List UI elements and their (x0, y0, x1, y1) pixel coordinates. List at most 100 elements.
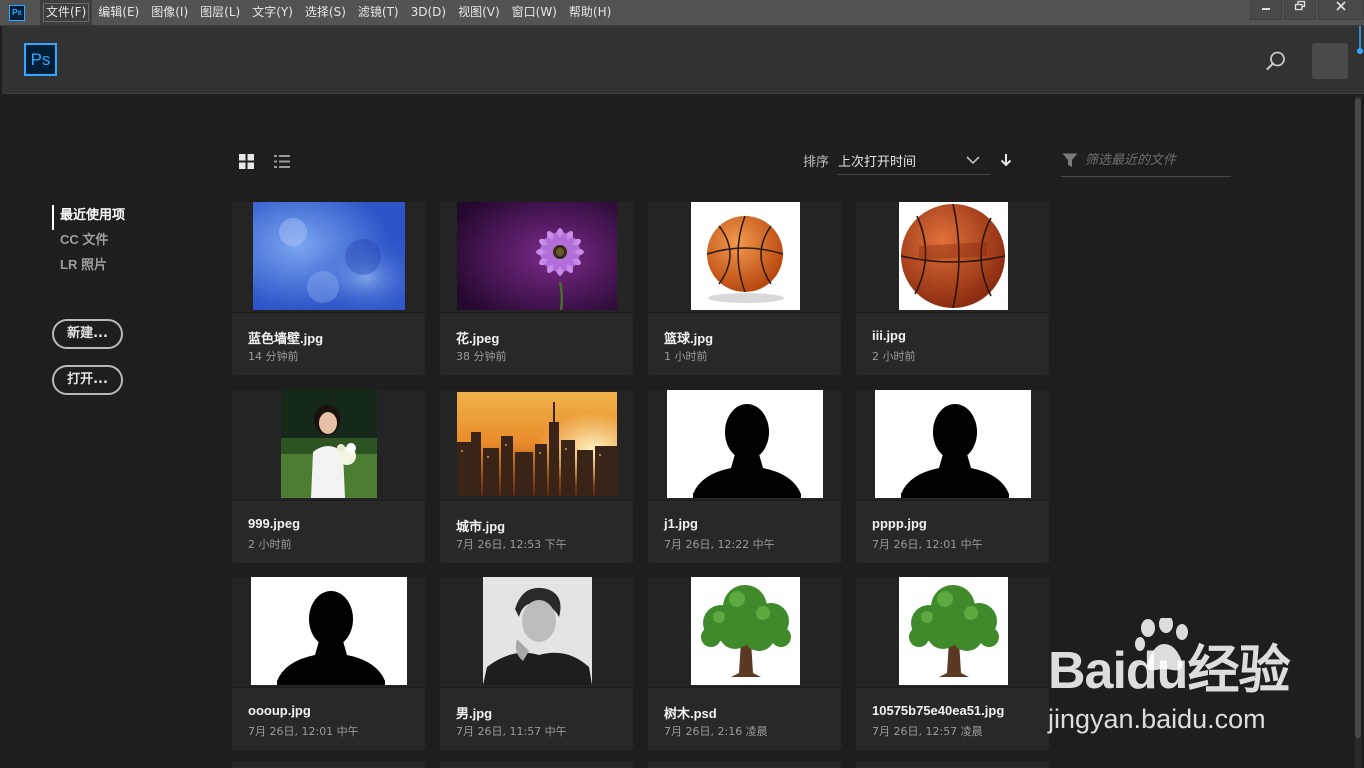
menu-bar: Ps 文件(F) 编辑(E) 图像(I) 图层(L) 文字(Y) 选择(S) 滤… (0, 0, 1364, 26)
list-view-icon[interactable] (274, 154, 290, 169)
file-card[interactable]: 树木.psd 7月 26日, 2:16 凌晨 (648, 577, 841, 750)
open-button[interactable]: 打开... (52, 365, 123, 395)
purple-flower-image (457, 202, 617, 310)
silhouette-image (875, 390, 1031, 498)
woman-in-field-image (281, 390, 377, 498)
file-name: 男.jpg (456, 706, 493, 721)
baidu-watermark: Baidu经验 jingyan.baidu.com (1046, 618, 1346, 748)
file-card[interactable]: pppp.jpg 7月 26日, 12:01 中午 (856, 390, 1049, 563)
photoshop-logo[interactable]: Ps (24, 43, 57, 76)
file-card[interactable]: 花.jpeg 38 分钟前 (440, 202, 633, 375)
file-name: 蓝色墙壁.jpg (248, 331, 324, 346)
menu-list: 文件(F) 编辑(E) 图像(I) 图层(L) 文字(Y) 选择(S) 滤镜(T… (40, 0, 617, 25)
file-card[interactable]: j1.jpg 7月 26日, 12:22 中午 (648, 390, 841, 563)
home-header: Ps (2, 26, 1364, 94)
file-time: 7月 26日, 11:57 中午 (456, 725, 567, 738)
file-card[interactable]: 篮球.jpg 1 小时前 (648, 202, 841, 375)
menu-image[interactable]: 图像(I) (145, 0, 194, 25)
grid-view-icon[interactable] (239, 154, 254, 169)
menu-window[interactable]: 窗口(W) (506, 0, 563, 25)
file-card-partial[interactable] (856, 762, 1049, 768)
tree-image (899, 577, 1008, 685)
file-thumbnail (232, 202, 425, 313)
menu-file[interactable]: 文件(F) (40, 0, 93, 25)
menu-filter[interactable]: 滤镜(T) (352, 0, 405, 25)
file-card[interactable]: 男.jpg 7月 26日, 11:57 中午 (440, 577, 633, 750)
scrollbar-thumb[interactable] (1355, 98, 1361, 738)
panel-resize-handle[interactable] (1356, 26, 1364, 56)
file-name: 城市.jpg (456, 519, 506, 534)
silhouette-image (667, 390, 823, 498)
watermark-url: jingyan.baidu.com (1048, 704, 1266, 734)
menu-help[interactable]: 帮助(H) (563, 0, 617, 25)
sidebar-item-lr-photos[interactable]: LR 照片 (52, 255, 125, 280)
file-name: 10575b75e40ea51.jpg (872, 703, 1005, 718)
file-card[interactable]: 999.jpeg 2 小时前 (232, 390, 425, 563)
sidebar-nav: 最近使用项 CC 文件 LR 照片 (52, 205, 125, 280)
menu-type[interactable]: 文字(Y) (246, 0, 299, 25)
file-card[interactable]: 蓝色墙壁.jpg 14 分钟前 (232, 202, 425, 375)
watermark-brand: Baidu经验 (1048, 642, 1290, 700)
file-time: 7月 26日, 2:16 凌晨 (664, 725, 768, 738)
close-icon[interactable] (1318, 0, 1364, 20)
tree-image (691, 577, 800, 685)
file-thumbnail (856, 390, 1049, 501)
menu-select[interactable]: 选择(S) (299, 0, 352, 25)
window-controls (1248, 0, 1364, 20)
file-time: 7月 26日, 12:53 下午 (456, 538, 567, 551)
vertical-scrollbar[interactable] (1355, 96, 1361, 768)
restore-icon[interactable] (1284, 0, 1316, 20)
file-card-partial[interactable] (232, 762, 425, 768)
file-card[interactable]: 10575b75e40ea51.jpg 7月 26日, 12:57 凌晨 (856, 577, 1049, 750)
file-card[interactable]: 城市.jpg 7月 26日, 12:53 下午 (440, 390, 633, 563)
file-thumbnail (856, 577, 1049, 688)
search-icon[interactable] (1265, 50, 1287, 72)
file-time: 2 小时前 (248, 538, 292, 551)
file-name: iii.jpg (872, 328, 906, 343)
filter-input[interactable] (1085, 150, 1225, 170)
sort-direction-icon[interactable] (998, 152, 1014, 168)
file-thumbnail (440, 202, 633, 313)
file-card-partial[interactable] (648, 762, 841, 768)
chevron-down-icon (966, 154, 980, 165)
man-portrait-image (483, 577, 592, 685)
blue-texture-image (253, 202, 405, 310)
spalding-basketball-image (899, 202, 1008, 310)
city-sunset-image (457, 392, 617, 496)
file-name: pppp.jpg (872, 516, 927, 531)
file-time: 14 分钟前 (248, 350, 299, 363)
file-name: 999.jpeg (248, 516, 301, 531)
menu-3d[interactable]: 3D(D) (405, 0, 452, 25)
file-time: 2 小时前 (872, 350, 916, 363)
photoshop-app-icon[interactable]: Ps (9, 5, 25, 21)
file-thumbnail (440, 390, 633, 501)
minimize-icon[interactable] (1250, 0, 1282, 20)
menu-edit[interactable]: 编辑(E) (92, 0, 145, 25)
silhouette-image (251, 577, 407, 685)
file-name: j1.jpg (664, 516, 698, 531)
file-card[interactable]: iii.jpg 2 小时前 (856, 202, 1049, 375)
file-thumbnail (856, 202, 1049, 313)
avatar[interactable] (1312, 43, 1348, 79)
file-time: 7月 26日, 12:57 凌晨 (872, 725, 983, 738)
file-time: 7月 26日, 12:22 中午 (664, 538, 775, 551)
sort-dropdown[interactable]: 上次打开时间 (838, 146, 990, 175)
file-thumbnail (440, 577, 633, 688)
new-button[interactable]: 新建... (52, 319, 123, 349)
sort-label: 排序 (803, 155, 830, 170)
filter-field (1061, 146, 1231, 177)
file-card-partial[interactable] (440, 762, 633, 768)
file-name: 花.jpeg (456, 331, 500, 346)
basketball-image (691, 202, 800, 310)
file-thumbnail (232, 390, 425, 501)
file-time: 1 小时前 (664, 350, 708, 363)
file-card[interactable]: oooup.jpg 7月 26日, 12:01 中午 (232, 577, 425, 750)
file-name: 树木.psd (664, 706, 717, 721)
sidebar-item-recent[interactable]: 最近使用项 (52, 205, 125, 230)
menu-view[interactable]: 视图(V) (452, 0, 506, 25)
file-time: 38 分钟前 (456, 350, 507, 363)
menu-layer[interactable]: 图层(L) (194, 0, 246, 25)
sidebar-item-cc-files[interactable]: CC 文件 (52, 230, 125, 255)
filter-icon (1062, 153, 1078, 168)
file-thumbnail (648, 577, 841, 688)
